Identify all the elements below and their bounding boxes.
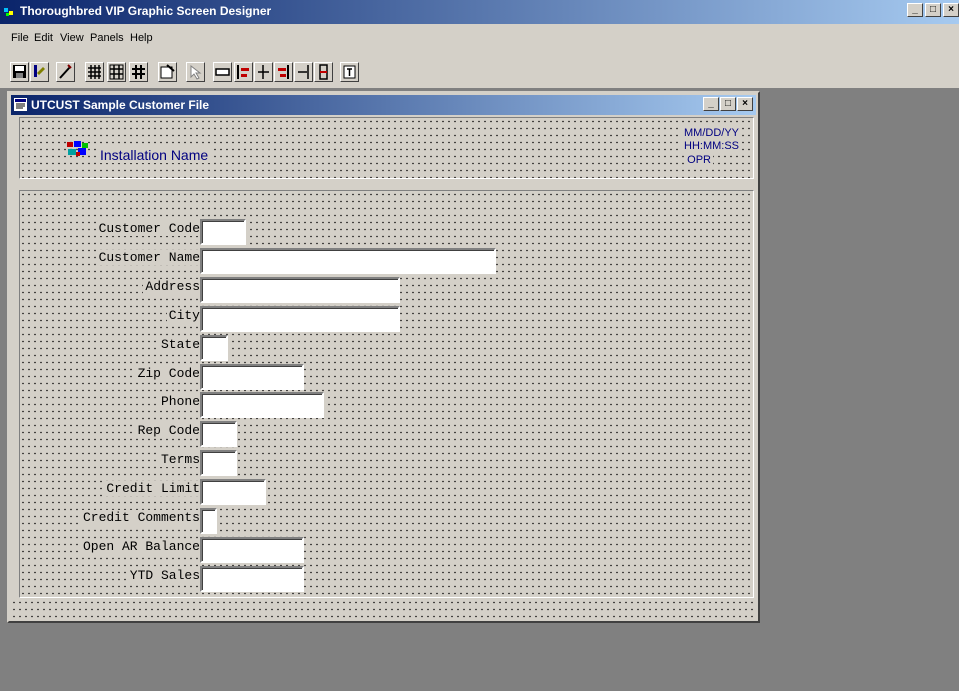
maximize-button[interactable]: □ [925,3,941,17]
label-zip-code[interactable]: Zip Code [135,366,202,381]
label-credit-limit[interactable]: Credit Limit [104,481,202,496]
child-window-controls: _ □ × [703,97,753,111]
date-placeholder[interactable]: MM/DD/YY [682,127,741,139]
grid-dense-icon[interactable] [85,62,104,82]
input-customer-name[interactable] [200,248,496,274]
label-credit-comments[interactable]: Credit Comments [80,510,202,525]
grid-bold-icon[interactable] [129,62,148,82]
input-credit-comments[interactable] [200,508,217,534]
menu-help[interactable]: Help [130,32,153,44]
minimize-button[interactable]: _ [907,3,923,17]
label-open-ar-balance[interactable]: Open AR Balance [80,539,202,554]
input-city[interactable] [200,306,400,332]
label-state[interactable]: State [158,337,202,352]
menu-view[interactable]: View [60,32,84,44]
child-maximize-button[interactable]: □ [720,97,736,111]
menu-bar: File Edit View Panels Help [0,24,959,52]
label-rep-code[interactable]: Rep Code [135,423,202,438]
menu-edit[interactable]: Edit [34,32,53,44]
input-rep-code[interactable] [200,421,237,447]
align-center-icon[interactable] [254,62,273,82]
label-customer-name[interactable]: Customer Name [96,250,202,265]
wand-icon[interactable] [56,62,75,82]
label-ytd-sales[interactable]: YTD Sales [127,568,202,583]
input-credit-limit[interactable] [200,479,266,505]
save-icon[interactable] [10,62,29,82]
child-window: UTCUST Sample Customer File _ □ × Instal… [7,91,760,623]
label-customer-code[interactable]: Customer Code [96,221,202,236]
input-address[interactable] [200,277,400,303]
label-address[interactable]: Address [143,279,202,294]
toolbar [0,52,959,89]
menu-panels[interactable]: Panels [90,32,124,44]
time-placeholder[interactable]: HH:MM:SS [682,140,741,152]
child-titlebar: UTCUST Sample Customer File _ □ × [11,95,756,115]
label-terms[interactable]: Terms [158,452,202,467]
header-panel[interactable]: Installation Name MM/DD/YY HH:MM:SS OPR [19,117,754,179]
child-close-button[interactable]: × [737,97,753,111]
align-vertical-icon[interactable] [314,62,333,82]
align-right-icon[interactable] [274,62,293,82]
align-right-edge-icon[interactable] [294,62,313,82]
text-icon[interactable] [340,62,359,82]
close-button[interactable]: × [943,3,959,17]
align-left-icon[interactable] [234,62,253,82]
form-icon [14,98,27,111]
operator-placeholder[interactable]: OPR [685,154,713,166]
properties-icon[interactable] [158,62,177,82]
field-icon[interactable] [213,62,232,82]
app-window-controls: _ □ × [907,3,959,19]
app-titlebar: Thoroughbred VIP Graphic Screen Designer… [0,0,959,24]
installation-name[interactable]: Installation Name [98,147,211,163]
label-city[interactable]: City [166,308,202,323]
installation-logo-icon [67,141,88,156]
pointer-icon[interactable] [186,62,205,82]
input-state[interactable] [200,335,228,361]
input-terms[interactable] [200,450,237,476]
form-body-panel[interactable]: Customer Code Customer Name Address City… [19,190,754,598]
grid-icon[interactable] [107,62,126,82]
child-minimize-button[interactable]: _ [703,97,719,111]
menu-file[interactable]: File [11,32,29,44]
input-open-ar-balance[interactable] [200,537,304,563]
input-zip-code[interactable] [200,364,304,390]
open-icon[interactable] [30,62,49,82]
label-phone[interactable]: Phone [158,394,202,409]
child-title: UTCUST Sample Customer File [31,98,210,112]
footer-panel[interactable] [11,599,756,619]
input-phone[interactable] [200,392,324,418]
app-logo-icon [4,8,13,16]
input-ytd-sales[interactable] [200,566,304,592]
input-customer-code[interactable] [200,219,246,245]
app-title: Thoroughbred VIP Graphic Screen Designer [20,4,272,18]
